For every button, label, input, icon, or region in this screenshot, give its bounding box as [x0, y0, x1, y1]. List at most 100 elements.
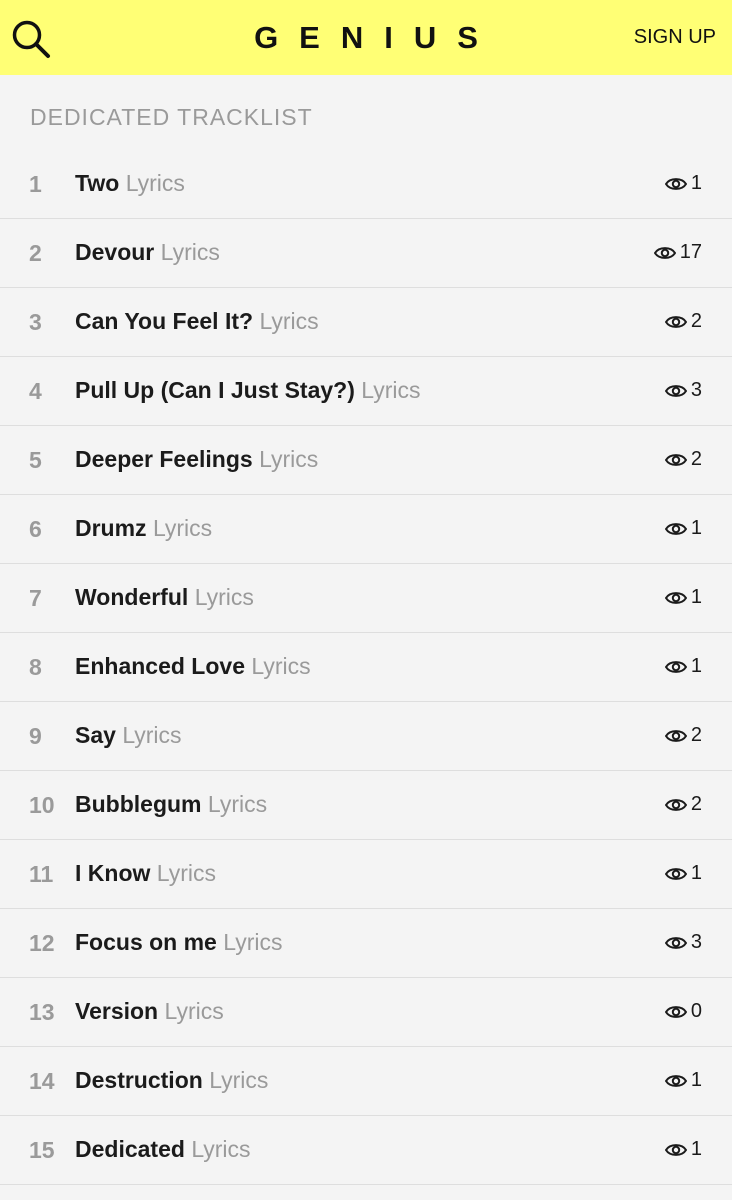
- view-count-value: 3: [690, 931, 702, 953]
- track-title-link[interactable]: Say Lyrics: [75, 722, 182, 749]
- lyrics-suffix: Lyrics: [122, 722, 182, 748]
- track-title: Drumz: [75, 515, 147, 541]
- view-count-value: 2: [690, 310, 702, 332]
- lyrics-suffix: Lyrics: [160, 239, 220, 265]
- view-count: 2: [664, 793, 702, 816]
- track-title-link[interactable]: Destruction Lyrics: [75, 1067, 268, 1094]
- track-number: 7: [29, 585, 42, 611]
- track-row[interactable]: 14 Destruction Lyrics 1: [0, 1047, 732, 1116]
- eye-icon: [664, 1005, 687, 1018]
- track-row[interactable]: 2 Devour Lyrics 17: [0, 219, 732, 288]
- tracklist: 1 Two Lyrics 1 2 Devour Lyrics 17 3 Can You Fee…: [0, 150, 732, 1185]
- lyrics-suffix: Lyrics: [194, 584, 254, 610]
- track-number: 12: [29, 930, 55, 956]
- view-count-value: 1: [690, 172, 702, 194]
- track-row[interactable]: 9 Say Lyrics 2: [0, 702, 732, 771]
- lyrics-suffix: Lyrics: [125, 170, 185, 196]
- track-row[interactable]: 15 Dedicated Lyrics 1: [0, 1116, 732, 1185]
- track-row[interactable]: 1 Two Lyrics 1: [0, 150, 732, 219]
- view-count: 2: [664, 724, 702, 747]
- view-count: 1: [664, 1069, 702, 1092]
- track-title: Wonderful: [75, 584, 189, 610]
- eye-icon: [664, 1074, 687, 1087]
- eye-icon: [664, 453, 687, 466]
- view-count: 0: [664, 1000, 702, 1023]
- track-title: Destruction: [75, 1067, 203, 1093]
- track-title-link[interactable]: Devour Lyrics: [75, 239, 220, 266]
- track-row[interactable]: 5 Deeper Feelings Lyrics 2: [0, 426, 732, 495]
- lyrics-suffix: Lyrics: [259, 446, 319, 472]
- lyrics-suffix: Lyrics: [164, 998, 224, 1024]
- track-title-link[interactable]: Deeper Feelings Lyrics: [75, 446, 318, 473]
- track-number: 15: [29, 1137, 55, 1163]
- lyrics-suffix: Lyrics: [207, 791, 268, 817]
- track-title-link[interactable]: Two Lyrics: [75, 170, 185, 197]
- view-count: 1: [664, 586, 702, 609]
- sign-up-button[interactable]: SIGN UP: [634, 26, 716, 49]
- view-count: 2: [664, 448, 702, 471]
- track-title: Devour: [75, 239, 155, 265]
- view-count-value: 2: [690, 793, 702, 815]
- view-count: 1: [664, 517, 702, 540]
- eye-icon: [664, 936, 687, 949]
- track-row[interactable]: 13 Version Lyrics 0: [0, 978, 732, 1047]
- track-title-link[interactable]: Focus on me Lyrics: [75, 929, 282, 956]
- track-title-link[interactable]: Pull Up (Can I Just Stay?) Lyrics: [75, 377, 420, 404]
- eye-icon: [664, 591, 687, 604]
- track-row[interactable]: 12 Focus on me Lyrics 3: [0, 909, 732, 978]
- eye-icon: [664, 522, 687, 535]
- track-row[interactable]: 8 Enhanced Love Lyrics 1: [0, 633, 732, 702]
- view-count-value: 3: [690, 379, 702, 401]
- lyrics-suffix: Lyrics: [361, 377, 421, 403]
- lyrics-suffix: Lyrics: [152, 515, 213, 541]
- track-number: 9: [29, 723, 42, 749]
- eye-icon: [664, 798, 687, 811]
- track-number: 5: [29, 447, 42, 473]
- track-row[interactable]: 11 I Know Lyrics 1: [0, 840, 732, 909]
- track-title-link[interactable]: Bubblegum Lyrics: [75, 791, 267, 818]
- lyrics-suffix: Lyrics: [251, 653, 311, 679]
- view-count: 1: [664, 172, 702, 195]
- section-title: DEDICATED TRACKLIST: [30, 104, 313, 130]
- track-number: 2: [29, 240, 42, 266]
- track-title-link[interactable]: Dedicated Lyrics: [75, 1136, 251, 1163]
- view-count-value: 1: [690, 586, 702, 608]
- track-row[interactable]: 4 Pull Up (Can I Just Stay?) Lyrics 3: [0, 357, 732, 426]
- track-row[interactable]: 3 Can You Feel It? Lyrics 2: [0, 288, 732, 357]
- eye-icon: [653, 246, 676, 259]
- eye-icon: [664, 867, 687, 880]
- track-title: Version: [75, 998, 159, 1024]
- track-title: Say: [75, 722, 116, 748]
- view-count-value: 17: [679, 241, 702, 263]
- track-row[interactable]: 7 Wonderful Lyrics 1: [0, 564, 732, 633]
- track-row[interactable]: 10 Bubblegum Lyrics 2: [0, 771, 732, 840]
- track-title: Deeper Feelings: [75, 446, 253, 472]
- view-count-value: 1: [690, 1138, 702, 1160]
- track-title-link[interactable]: Enhanced Love Lyrics: [75, 653, 311, 680]
- lyrics-suffix: Lyrics: [156, 860, 216, 886]
- view-count: 1: [664, 862, 702, 885]
- view-count-value: 1: [690, 655, 702, 677]
- track-title-link[interactable]: Can You Feel It? Lyrics: [75, 308, 319, 335]
- track-number: 11: [29, 861, 54, 887]
- track-title-link[interactable]: Version Lyrics: [75, 998, 224, 1025]
- view-count: 3: [664, 931, 702, 954]
- view-count: 3: [664, 379, 702, 402]
- view-count: 17: [653, 241, 702, 264]
- track-title: I Know: [75, 860, 151, 886]
- track-title: Bubblegum: [75, 791, 202, 817]
- track-number: 1: [29, 171, 42, 197]
- eye-icon: [664, 177, 687, 190]
- track-title-link[interactable]: Drumz Lyrics: [75, 515, 212, 542]
- track-number: 3: [29, 309, 42, 335]
- view-count: 1: [664, 1138, 702, 1161]
- track-title: Focus on me: [75, 929, 217, 955]
- track-number: 10: [29, 792, 55, 818]
- eye-icon: [664, 384, 687, 397]
- view-count-value: 2: [690, 724, 702, 746]
- track-title-link[interactable]: I Know Lyrics: [75, 860, 216, 887]
- view-count-value: 1: [690, 862, 702, 884]
- track-title-link[interactable]: Wonderful Lyrics: [75, 584, 254, 611]
- track-row[interactable]: 6 Drumz Lyrics 1: [0, 495, 732, 564]
- eye-icon: [664, 729, 687, 742]
